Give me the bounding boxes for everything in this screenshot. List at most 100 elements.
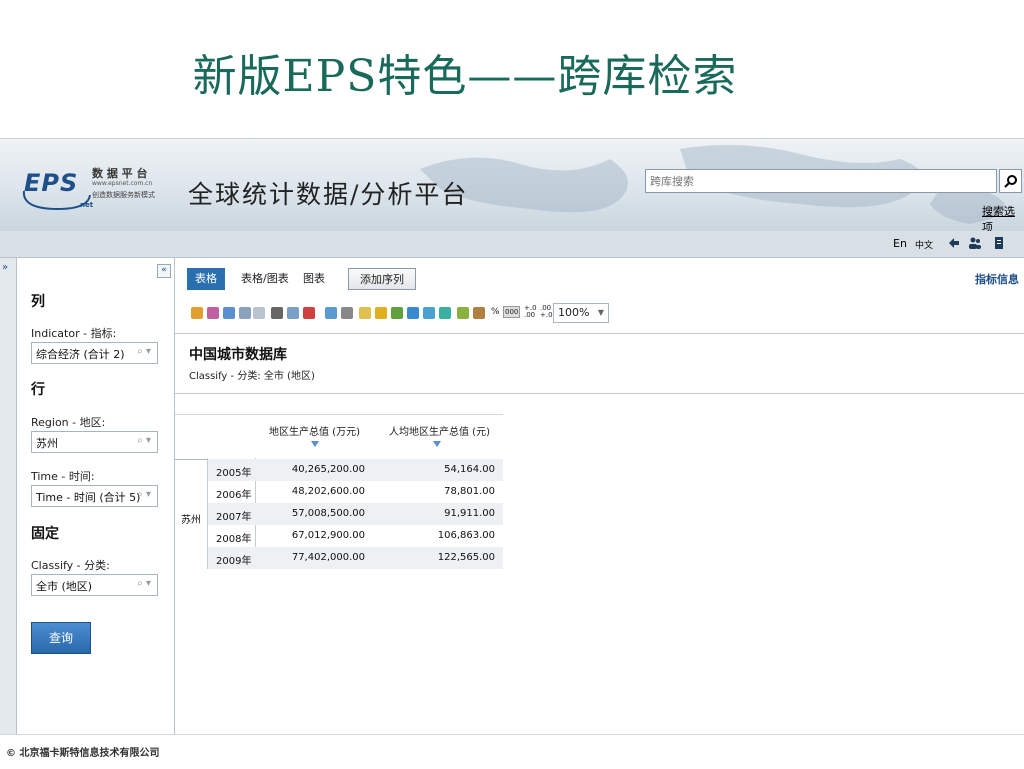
per-capita-cell: 91,911.00 xyxy=(444,508,495,519)
sort-icon[interactable] xyxy=(359,307,371,319)
row-heading: 行 xyxy=(31,382,45,398)
grid-icon[interactable] xyxy=(391,307,403,319)
query-button[interactable]: 查询 xyxy=(31,622,91,654)
column-header-gdp[interactable]: 地区生产总值 (万元) xyxy=(269,423,360,438)
expand-panel-icon[interactable]: » xyxy=(2,262,8,273)
per-capita-cell: 78,801.00 xyxy=(444,486,495,497)
year-cell: 2007年 xyxy=(216,512,252,523)
tab-chart[interactable]: 图表 xyxy=(303,268,325,290)
chart-icon[interactable] xyxy=(423,307,435,319)
gdp-cell: 67,012,900.00 xyxy=(291,530,365,541)
percent-icon[interactable]: % xyxy=(491,307,500,317)
time-value: Time - 时间 (合计 5) xyxy=(36,491,141,504)
table-row: 2008年 67,012,900.00 106,863.00 xyxy=(208,525,503,547)
classify-text: Classify - 分类: 全市 (地区) xyxy=(189,371,315,382)
region-field[interactable]: 苏州 ⌕ ▾ xyxy=(31,431,158,453)
thousands-icon[interactable]: 000 xyxy=(503,306,521,318)
region-value: 苏州 xyxy=(36,437,58,450)
tab-table[interactable]: 表格 xyxy=(187,268,225,290)
per-capita-cell: 106,863.00 xyxy=(437,530,495,541)
platform-title: 全球统计数据/分析平台 xyxy=(188,180,469,209)
year-cell: 2005年 xyxy=(216,468,252,479)
refresh-icon[interactable] xyxy=(223,307,235,319)
sort-down-icon[interactable] xyxy=(311,441,319,447)
search-icon xyxy=(1003,175,1017,188)
slide-title: 新版EPS特色——跨库检索 xyxy=(192,51,738,102)
gdp-cell: 40,265,200.00 xyxy=(291,464,365,475)
increase-decimal-icon[interactable]: +.0.00 xyxy=(524,305,537,319)
search-button[interactable] xyxy=(999,169,1022,193)
year-cell: 2008年 xyxy=(216,534,252,545)
time-field[interactable]: Time - 时间 (合计 5) ⌕ ▾ xyxy=(31,485,158,507)
logo-url-text: www.epsnet.com.cn xyxy=(92,180,153,187)
back-icon[interactable] xyxy=(947,236,961,250)
column-heading: 列 xyxy=(31,294,45,310)
column-header-per-capita[interactable]: 人均地区生产总值 (元) xyxy=(389,423,490,438)
undo-icon[interactable] xyxy=(239,307,251,319)
calc-icon[interactable] xyxy=(457,307,469,319)
indicator-info-link[interactable]: 指标信息 xyxy=(975,271,1019,287)
top-toolbar: En 中文 xyxy=(0,231,1024,258)
logo-cn-text: 数 据 平 台 xyxy=(92,167,148,180)
classify-value: 全市 (地区) xyxy=(36,580,93,593)
main-content: 表格 表格/图表 图表 添加序列 指标信息 % 000 +.0.00 .00 +… xyxy=(175,258,1024,738)
collapse-panel-icon[interactable]: « xyxy=(157,264,171,278)
table-header: 地区生产总值 (万元) 人均地区生产总值 (元) xyxy=(175,414,503,460)
filter-icon[interactable] xyxy=(375,307,387,319)
search-dropdown-icon[interactable]: ⌕ ▾ xyxy=(137,489,151,500)
per-capita-cell: 54,164.00 xyxy=(444,464,495,475)
column-icon[interactable] xyxy=(407,307,419,319)
app-window: EPS net 数 据 平 台 www.epsnet.com.cn 创造数据服务… xyxy=(0,138,1024,769)
lang-cn-button[interactable]: 中文 xyxy=(915,238,933,251)
redo-icon[interactable] xyxy=(253,307,265,319)
search-dropdown-icon[interactable]: ⌕ ▾ xyxy=(137,435,151,446)
gdp-cell: 77,402,000.00 xyxy=(291,552,365,563)
logo-slogan-text: 创造数据服务新模式 xyxy=(92,191,155,199)
chevron-down-icon: ▼ xyxy=(597,308,604,317)
eps-logo[interactable]: EPS net 数 据 平 台 www.epsnet.com.cn 创造数据服务… xyxy=(18,165,168,217)
database-title: 中国城市数据库 xyxy=(189,347,287,363)
search-input[interactable] xyxy=(646,170,996,193)
pdf-icon[interactable] xyxy=(303,307,315,319)
search-dropdown-icon[interactable]: ⌕ ▾ xyxy=(137,578,151,589)
indicator-field[interactable]: 综合经济 (合计 2) ⌕ ▾ xyxy=(31,342,158,364)
excel-icon[interactable] xyxy=(287,307,299,319)
print-icon[interactable] xyxy=(271,307,283,319)
table-row: 2009年 77,402,000.00 122,565.00 xyxy=(208,547,503,569)
gdp-cell: 48,202,600.00 xyxy=(291,486,365,497)
time-label: Time - 时间: xyxy=(31,470,95,483)
fixed-heading: 固定 xyxy=(31,526,59,542)
indicator-value: 综合经济 (合计 2) xyxy=(36,348,125,361)
search-dropdown-icon[interactable]: ⌕ ▾ xyxy=(137,346,151,357)
header-banner: EPS net 数 据 平 台 www.epsnet.com.cn 创造数据服务… xyxy=(0,139,1024,231)
transpose-icon[interactable] xyxy=(341,307,353,319)
save-icon[interactable] xyxy=(207,307,219,319)
toolbar-divider xyxy=(175,333,1024,334)
cross-db-search-field[interactable] xyxy=(645,169,997,193)
footer: © 北京福卡斯特信息技术有限公司 xyxy=(0,734,1024,769)
decrease-decimal-icon[interactable]: .00 +.0 xyxy=(540,305,553,319)
search-options-link[interactable]: 搜索选项 xyxy=(982,203,1024,231)
stats-icon[interactable] xyxy=(439,307,451,319)
left-collapse-strip: » xyxy=(0,258,17,769)
users-icon[interactable] xyxy=(968,236,982,250)
export-icon[interactable] xyxy=(191,307,203,319)
layout-icon[interactable] xyxy=(325,307,337,319)
document-icon[interactable] xyxy=(992,236,1006,250)
tab-table-chart[interactable]: 表格/图表 xyxy=(241,268,289,290)
zoom-value: 100% xyxy=(558,306,590,319)
lang-en-button[interactable]: En xyxy=(893,237,907,250)
logo-eps-text: EPS xyxy=(24,169,79,197)
sidebar-panel: « 列 Indicator - 指标: 综合经济 (合计 2) ⌕ ▾ 行 Reg… xyxy=(17,258,175,738)
classify-field[interactable]: 全市 (地区) ⌕ ▾ xyxy=(31,574,158,596)
add-series-button[interactable]: 添加序列 xyxy=(348,268,416,290)
logo-net-text: net xyxy=(80,201,94,209)
zoom-select[interactable]: 100% ▼ xyxy=(553,303,609,323)
region-cell: 苏州 xyxy=(181,515,201,526)
classify-label: Classify - 分类: xyxy=(31,559,110,572)
format-icon[interactable] xyxy=(473,307,485,319)
table-row: 2006年 48,202,600.00 78,801.00 xyxy=(208,481,503,503)
sort-down-icon[interactable] xyxy=(433,441,441,447)
gdp-cell: 57,008,500.00 xyxy=(291,508,365,519)
indicator-label: Indicator - 指标: xyxy=(31,327,117,340)
